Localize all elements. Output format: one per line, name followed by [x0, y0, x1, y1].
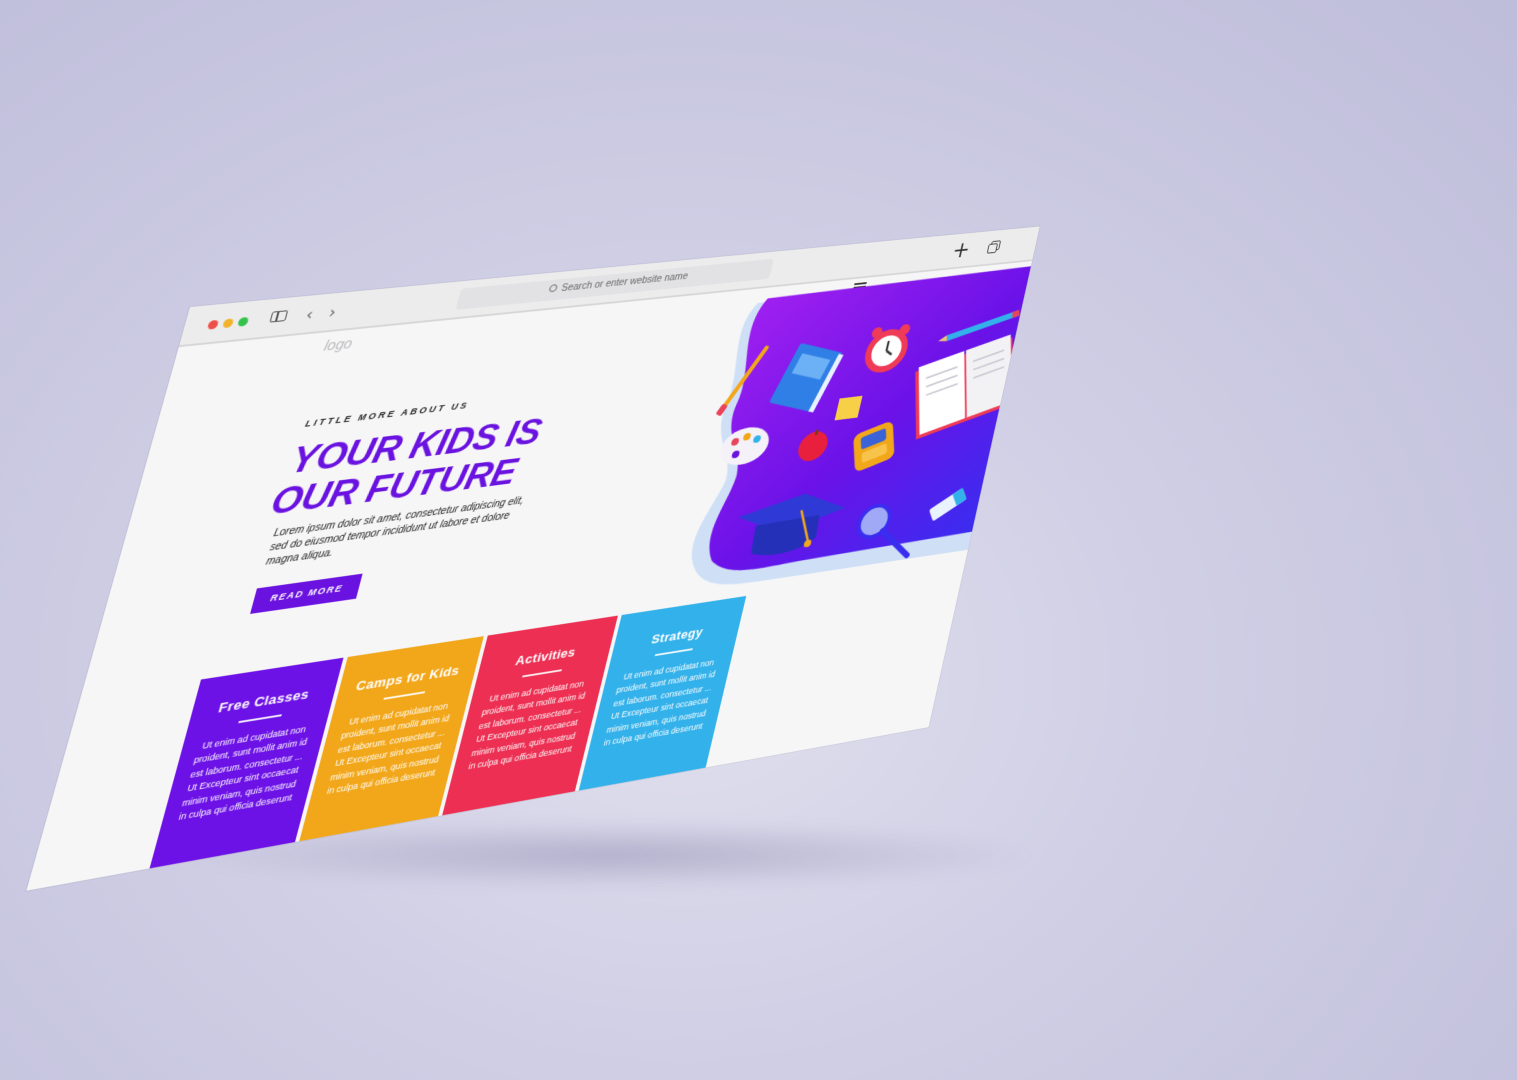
- tabs-overview-icon[interactable]: [986, 240, 1002, 254]
- read-more-button[interactable]: READ MORE: [250, 573, 363, 614]
- close-window-button[interactable]: [206, 319, 220, 330]
- address-placeholder: Search or enter website name: [560, 271, 689, 294]
- back-arrow-icon[interactable]: ‹: [304, 305, 316, 325]
- card-title: Free Classes: [216, 686, 312, 716]
- forward-arrow-icon[interactable]: ›: [327, 302, 339, 322]
- new-tab-plus-icon[interactable]: +: [950, 237, 973, 263]
- search-icon: [548, 284, 558, 293]
- site-logo[interactable]: logo: [322, 335, 354, 354]
- card-title: Activities: [514, 644, 578, 669]
- card-divider: [654, 648, 693, 656]
- sidebar-toggle-icon[interactable]: [269, 310, 289, 323]
- card-text: Ut enim ad cupidatat non proident, sunt …: [161, 719, 328, 827]
- card-text: Ut enim ad cupidatat non proident, sunt …: [310, 696, 469, 801]
- card-divider: [383, 691, 425, 700]
- web-page: logo LITTLE MORE ABOUT US YOUR KIDS IS O…: [26, 261, 1033, 891]
- minimize-window-button[interactable]: [222, 318, 235, 329]
- mockup-stage: ‹ › Search or enter website name + logo …: [0, 0, 1517, 1080]
- card-divider: [237, 714, 282, 723]
- card-text: Ut enim ad cupidatat non proident, sunt …: [588, 653, 733, 752]
- card-text: Ut enim ad cupidatat non proident, sunt …: [452, 674, 604, 776]
- card-title: Strategy: [649, 624, 705, 647]
- browser-window: ‹ › Search or enter website name + logo …: [26, 226, 1040, 891]
- card-title: Camps for Kids: [354, 662, 462, 694]
- school-supplies-illustration: [678, 266, 1031, 594]
- card-divider: [521, 669, 562, 678]
- maximize-window-button[interactable]: [237, 316, 250, 327]
